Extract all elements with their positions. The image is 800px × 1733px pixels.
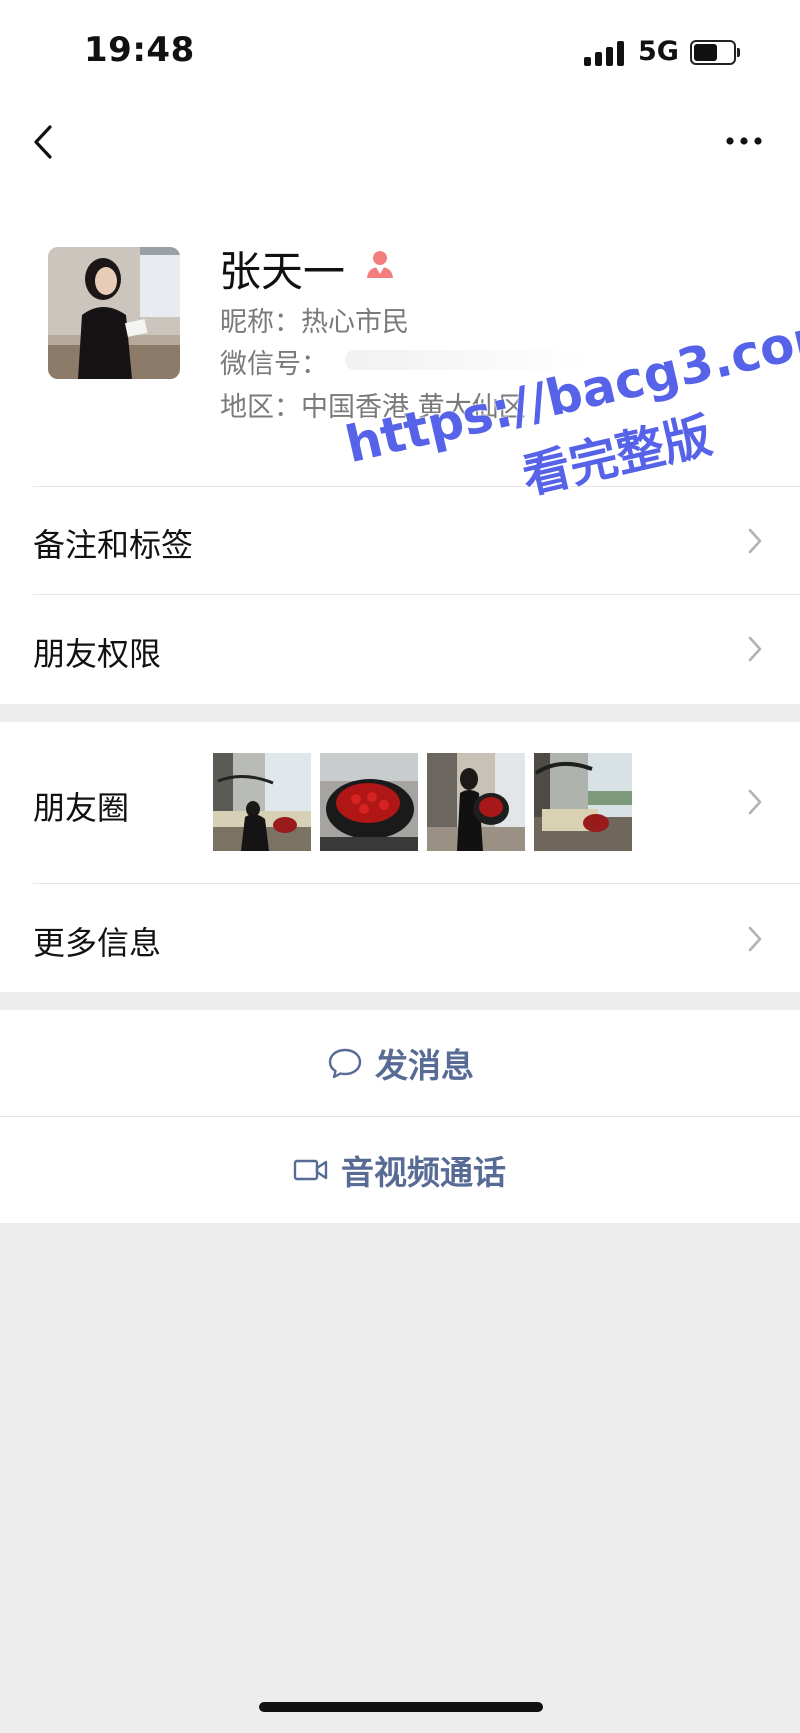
divider (33, 594, 800, 595)
status-time: 19:48 (84, 30, 195, 70)
home-indicator[interactable] (259, 1702, 543, 1712)
female-gender-icon (367, 251, 393, 278)
chevron-right-icon (748, 926, 762, 952)
chevron-right-icon (748, 636, 762, 662)
moments-label[interactable]: 朋友圈 (33, 783, 129, 829)
voice-video-call-button[interactable]: 音视频通话 (0, 1117, 800, 1223)
video-camera-icon (293, 1159, 328, 1181)
back-button[interactable] (28, 118, 68, 168)
more-button[interactable] (722, 126, 768, 156)
section-gap (0, 704, 800, 724)
avatar[interactable] (48, 247, 180, 379)
network-label: 5G (638, 36, 679, 67)
moments-thumbnail-2[interactable] (320, 753, 418, 851)
moments-thumbnail-1[interactable] (213, 753, 311, 851)
chevron-right-icon (748, 528, 762, 554)
chat-bubble-icon (328, 1048, 362, 1079)
send-message-label: 发消息 (375, 1046, 474, 1085)
avatar-photo (48, 247, 180, 379)
moments-thumbnail-4[interactable] (534, 753, 632, 851)
divider (33, 883, 800, 884)
more-dots-icon (726, 137, 762, 145)
voice-video-call-label: 音视频通话 (341, 1153, 506, 1192)
moments-thumbnail-3[interactable] (427, 753, 525, 851)
chevron-right-icon (748, 789, 762, 815)
friend-permission-label[interactable]: 朋友权限 (33, 629, 161, 675)
chevron-left-icon (34, 125, 52, 159)
more-info-label[interactable]: 更多信息 (33, 918, 161, 964)
remark-tags-label[interactable]: 备注和标签 (33, 520, 193, 566)
send-message-button[interactable]: 发消息 (0, 1010, 800, 1116)
contact-name: 张天一 (219, 247, 346, 296)
signal-icon (584, 40, 626, 66)
wechat-id-text[interactable]: 微信号： (220, 342, 328, 381)
battery-icon (690, 40, 740, 65)
